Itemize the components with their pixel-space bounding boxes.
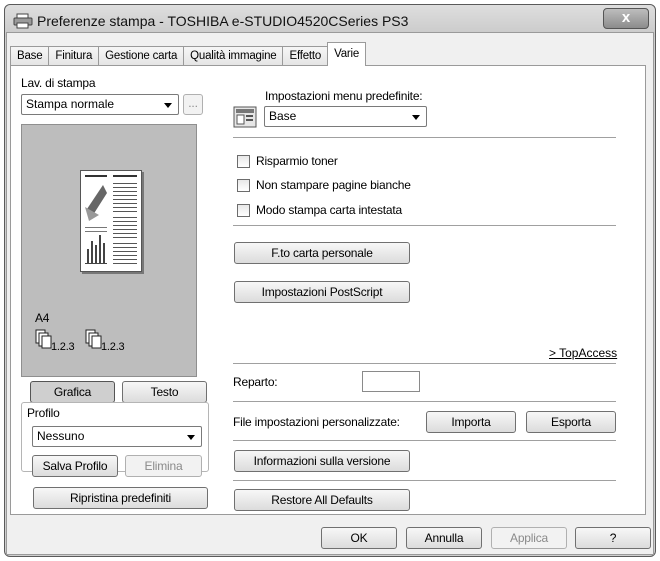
grafica-button[interactable]: Grafica xyxy=(30,381,115,403)
custom-paper-button[interactable]: F.to carta personale xyxy=(234,242,410,264)
chevron-down-icon xyxy=(187,435,195,440)
restore-all-defaults-button[interactable]: Restore All Defaults xyxy=(234,489,410,511)
tab-effetto[interactable]: Effetto xyxy=(282,46,329,66)
chevron-down-icon xyxy=(164,103,172,108)
profile-label: Profilo xyxy=(25,406,62,420)
postscript-settings-button[interactable]: Impostazioni PostScript xyxy=(234,281,410,303)
divider xyxy=(233,401,616,402)
restore-defaults-button[interactable]: Ripristina predefiniti xyxy=(33,487,208,509)
job-label: Lav. di stampa xyxy=(21,76,96,90)
chevron-down-icon xyxy=(412,115,420,120)
toner-saving-checkbox[interactable]: Risparmio toner xyxy=(237,154,338,168)
print-preview: A4 1.2.3 1.2.3 xyxy=(21,124,197,377)
job-more-button[interactable]: ... xyxy=(183,94,203,115)
checkbox-box xyxy=(237,178,250,192)
close-button[interactable]: x xyxy=(603,8,649,29)
tab-gestione-carta[interactable]: Gestione carta xyxy=(98,46,185,66)
copy-order-label-1: 1.2.3 xyxy=(51,341,75,353)
top-access-link[interactable]: > TopAccess xyxy=(549,346,617,360)
letterhead-mode-label: Modo stampa carta intestata xyxy=(256,203,403,217)
save-profile-button[interactable]: Salva Profilo xyxy=(32,455,118,477)
divider xyxy=(233,225,616,226)
printer-icon xyxy=(13,13,33,29)
custom-file-label: File impostazioni personalizzate: xyxy=(233,415,400,429)
delete-profile-button[interactable]: Elimina xyxy=(125,455,202,477)
tab-varie[interactable]: Varie xyxy=(327,42,367,66)
menu-defaults-value: Base xyxy=(269,109,297,123)
menu-defaults-select[interactable]: Base xyxy=(264,106,427,127)
department-input[interactable] xyxy=(362,371,420,392)
export-button[interactable]: Esporta xyxy=(526,411,616,433)
tab-base[interactable]: Base xyxy=(10,46,50,66)
job-select[interactable]: Stampa normale xyxy=(21,94,179,115)
toner-saving-label: Risparmio toner xyxy=(256,154,338,168)
checkbox-box xyxy=(237,154,250,168)
divider xyxy=(233,480,616,481)
apply-button[interactable]: Applica xyxy=(491,527,567,549)
checkbox-box xyxy=(237,203,250,217)
no-blank-pages-label: Non stampare pagine bianche xyxy=(256,178,411,192)
tab-strip: Base Finitura Gestione carta Qualità imm… xyxy=(10,42,367,66)
help-button[interactable]: ? xyxy=(575,527,651,549)
settings-sheet-icon xyxy=(233,106,257,128)
profile-select-value: Nessuno xyxy=(37,429,85,443)
cancel-button[interactable]: Annulla xyxy=(406,527,482,549)
tab-qualita-immagine[interactable]: Qualità immagine xyxy=(183,46,284,66)
window-title: Preferenze stampa - TOSHIBA e-STUDIO4520… xyxy=(37,13,409,29)
menu-defaults-label: Impostazioni menu predefinite: xyxy=(265,89,423,103)
letterhead-mode-checkbox[interactable]: Modo stampa carta intestata xyxy=(237,203,402,217)
tab-finitura[interactable]: Finitura xyxy=(48,46,100,66)
testo-button[interactable]: Testo xyxy=(122,381,207,403)
department-label: Reparto: xyxy=(233,375,278,389)
no-blank-pages-checkbox[interactable]: Non stampare pagine bianche xyxy=(237,178,411,192)
version-info-button[interactable]: Informazioni sulla versione xyxy=(234,450,410,472)
ok-button[interactable]: OK xyxy=(321,527,397,549)
import-button[interactable]: Importa xyxy=(426,411,516,433)
divider xyxy=(233,363,616,364)
profile-select[interactable]: Nessuno xyxy=(32,426,202,447)
copy-order-label-2: 1.2.3 xyxy=(101,341,125,353)
paper-size-label: A4 xyxy=(35,311,50,325)
divider xyxy=(233,137,616,138)
divider xyxy=(233,440,616,441)
job-select-value: Stampa normale xyxy=(26,97,115,111)
document-thumbnail-icon xyxy=(80,170,142,272)
